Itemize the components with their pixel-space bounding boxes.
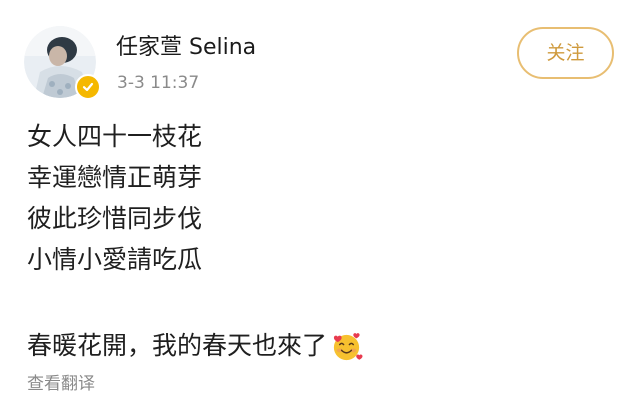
post-line-2: 幸運戀情正萌芽 <box>27 163 203 192</box>
author-name[interactable]: 任家萱 Selina <box>116 34 256 62</box>
post-header: 任家萱 Selina 3-3 11:37 关注 <box>0 0 640 110</box>
smiling-face-with-hearts-icon <box>333 332 363 360</box>
verified-badge-icon <box>75 74 101 100</box>
post-closing-text: 春暖花開，我的春天也來了 <box>27 331 328 360</box>
avatar[interactable] <box>24 26 101 100</box>
post-line-3: 彼此珍惜同步伐 <box>27 204 203 233</box>
follow-button[interactable]: 关注 <box>517 27 614 79</box>
translate-link[interactable]: 查看翻译 <box>27 372 95 396</box>
post-closing-line: 春暖花開，我的春天也來了 <box>27 326 363 366</box>
post-body: 女人四十一枝花 幸運戀情正萌芽 彼此珍惜同步伐 小情小愛請吃瓜 <box>27 116 607 280</box>
post-line-1: 女人四十一枝花 <box>27 122 203 151</box>
post-line-4: 小情小愛請吃瓜 <box>27 245 203 274</box>
post-time: 3-3 11:37 <box>117 73 200 93</box>
